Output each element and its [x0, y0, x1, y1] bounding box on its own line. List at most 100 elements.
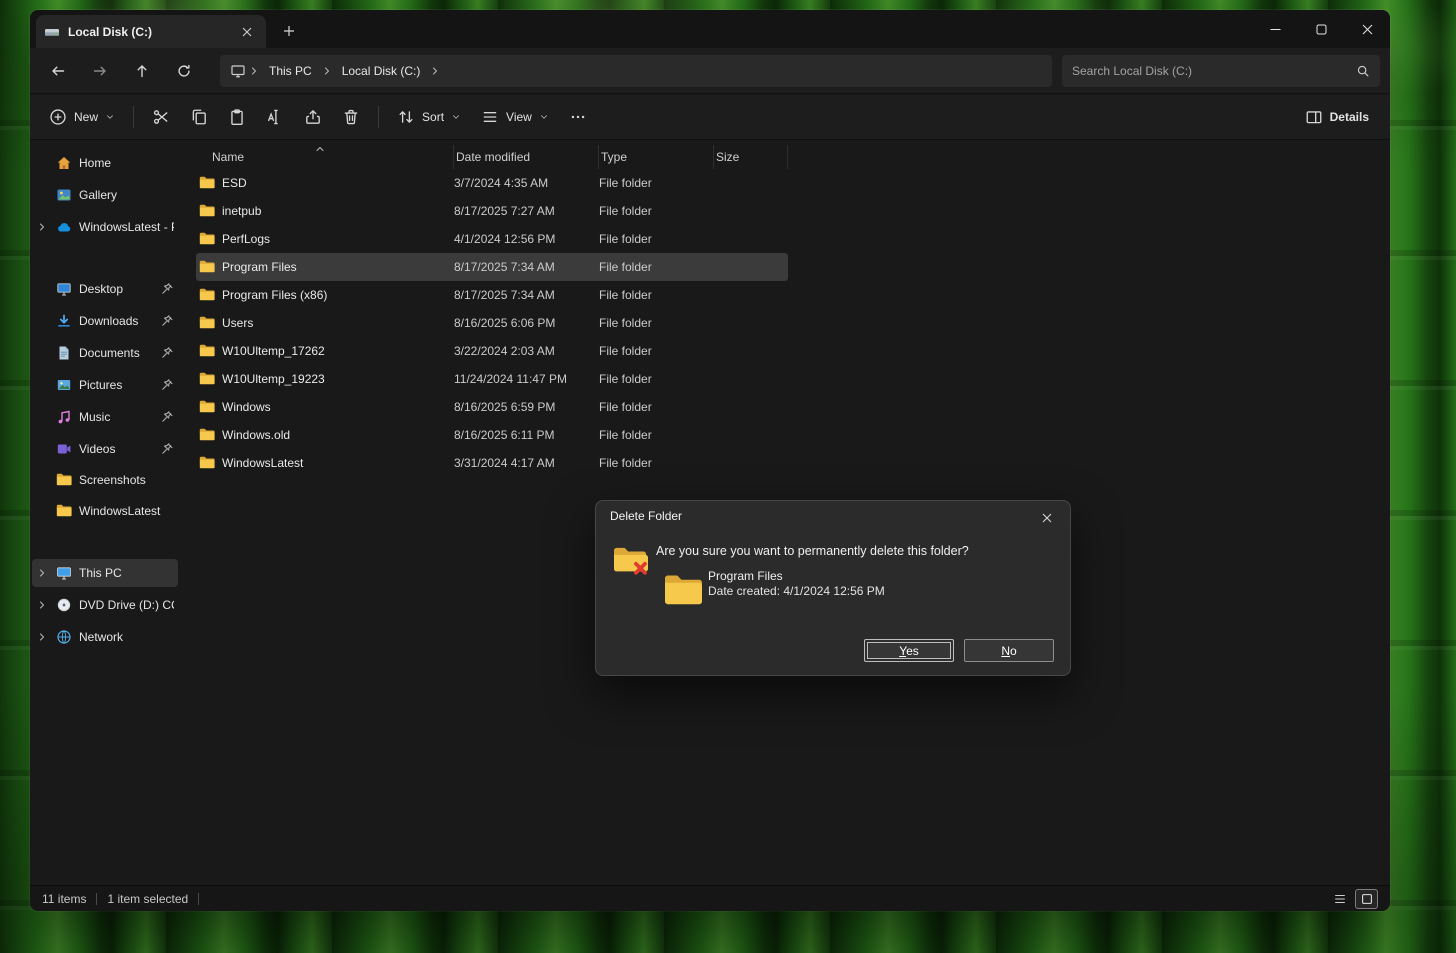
dialog-item-name: Program Files — [708, 569, 783, 583]
paste-icon — [228, 108, 246, 126]
breadcrumb-local-disk[interactable]: Local Disk (C:) — [335, 64, 428, 78]
yes-label: Yes — [899, 644, 919, 658]
column-header-name[interactable]: Name — [196, 145, 454, 169]
file-modified: 3/7/2024 4:35 AM — [454, 176, 599, 190]
forward-button[interactable] — [82, 54, 118, 88]
sort-button[interactable]: Sort — [388, 100, 470, 134]
desktop-wallpaper: Local Disk (C:) — [0, 0, 1456, 953]
column-header-type[interactable]: Type — [599, 145, 714, 169]
no-button[interactable]: No — [964, 639, 1054, 662]
file-row[interactable]: ESD 3/7/2024 4:35 AM File folder — [196, 169, 788, 197]
file-modified: 8/17/2025 7:34 AM — [454, 260, 599, 274]
onedrive-cloud-icon — [56, 219, 72, 235]
new-tab-button[interactable] — [278, 20, 300, 42]
column-header-modified[interactable]: Date modified — [454, 145, 599, 169]
file-type: File folder — [599, 372, 714, 386]
explorer-tab[interactable]: Local Disk (C:) — [36, 15, 266, 48]
sidebar-item-gallery[interactable]: Gallery — [32, 181, 178, 209]
close-button[interactable] — [1344, 10, 1390, 48]
breadcrumb-this-pc[interactable]: This PC — [262, 64, 319, 78]
column-header-size[interactable]: Size — [714, 145, 788, 169]
file-modified: 8/17/2025 7:34 AM — [454, 288, 599, 302]
folder-icon — [199, 259, 215, 275]
folder-icon — [199, 175, 215, 191]
sidebar-item-windowslatest[interactable]: WindowsLatest — [32, 497, 178, 525]
videos-icon — [56, 441, 72, 457]
file-modified: 11/24/2024 11:47 PM — [454, 372, 599, 386]
share-icon — [304, 108, 322, 126]
sidebar-item-downloads[interactable]: Downloads — [32, 307, 178, 335]
view-button[interactable]: View — [472, 100, 558, 134]
sidebar-item-screenshots[interactable]: Screenshots — [32, 466, 178, 494]
file-modified: 3/31/2024 4:17 AM — [454, 456, 599, 470]
sort-ascending-icon — [314, 143, 326, 155]
toolbar-separator — [378, 106, 379, 128]
sidebar-item-onedrive[interactable]: WindowsLatest - Pe — [32, 213, 178, 241]
file-row[interactable]: WindowsLatest 3/31/2024 4:17 AM File fol… — [196, 449, 788, 477]
new-button[interactable]: New — [40, 100, 124, 134]
file-row[interactable]: W10Ultemp_19223 11/24/2024 11:47 PM File… — [196, 365, 788, 393]
command-bar: New Sort — [30, 95, 1390, 140]
file-type: File folder — [599, 344, 714, 358]
delete-button[interactable] — [333, 100, 369, 134]
file-name: WindowsLatest — [222, 456, 303, 470]
file-modified: 8/16/2025 6:11 PM — [454, 428, 599, 442]
file-type: File folder — [599, 428, 714, 442]
sidebar-item-desktop[interactable]: Desktop — [32, 275, 178, 303]
maximize-button[interactable] — [1298, 10, 1344, 48]
folder-icon — [660, 571, 706, 611]
file-row[interactable]: inetpub 8/17/2025 7:27 AM File folder — [196, 197, 788, 225]
expander-chevron-icon[interactable] — [36, 599, 48, 611]
column-headers: Name Date modified Type Size — [196, 145, 788, 169]
up-button[interactable] — [124, 54, 160, 88]
back-button[interactable] — [40, 54, 76, 88]
rename-button[interactable] — [257, 100, 293, 134]
breadcrumb-chevron-icon[interactable] — [321, 65, 333, 77]
yes-button[interactable]: Yes — [864, 639, 954, 662]
thumbnail-view-toggle[interactable] — [1355, 889, 1378, 909]
paste-button[interactable] — [219, 100, 255, 134]
file-row[interactable]: W10Ultemp_17262 3/22/2024 2:03 AM File f… — [196, 337, 788, 365]
more-options-button[interactable] — [560, 100, 596, 134]
breadcrumb-chevron-icon[interactable] — [429, 65, 441, 77]
breadcrumb-chevron-icon[interactable] — [248, 65, 260, 77]
sidebar-item-label: Pictures — [79, 378, 160, 392]
dialog-close-button[interactable] — [1032, 506, 1062, 529]
file-row[interactable]: Users 8/16/2025 6:06 PM File folder — [196, 309, 788, 337]
pin-icon — [160, 378, 174, 392]
details-pane-button[interactable]: Details — [1296, 100, 1378, 134]
file-row[interactable]: PerfLogs 4/1/2024 12:56 PM File folder — [196, 225, 788, 253]
pin-icon — [160, 314, 174, 328]
cut-button[interactable] — [143, 100, 179, 134]
address-bar[interactable]: This PC Local Disk (C:) — [220, 55, 1052, 87]
file-row[interactable]: Windows 8/16/2025 6:59 PM File folder — [196, 393, 788, 421]
expander-chevron-icon[interactable] — [36, 631, 48, 643]
new-label: New — [74, 110, 98, 124]
expander-chevron-icon[interactable] — [36, 221, 48, 233]
sidebar-item-dvd-drive[interactable]: DVD Drive (D:) CCC — [32, 591, 178, 619]
file-row[interactable]: Windows.old 8/16/2025 6:11 PM File folde… — [196, 421, 788, 449]
details-view-toggle[interactable] — [1328, 889, 1351, 909]
file-row-selected[interactable]: Program Files 8/17/2025 7:34 AM File fol… — [196, 253, 788, 281]
search-input[interactable]: Search Local Disk (C:) — [1062, 55, 1380, 87]
minimize-button[interactable] — [1252, 10, 1298, 48]
file-name: W10Ultemp_19223 — [222, 372, 325, 386]
sidebar-item-home[interactable]: Home — [32, 149, 178, 177]
sidebar-item-music[interactable]: Music — [32, 403, 178, 431]
sidebar-item-pictures[interactable]: Pictures — [32, 371, 178, 399]
sidebar-item-videos[interactable]: Videos — [32, 435, 178, 463]
sidebar-item-label: WindowsLatest — [79, 504, 174, 518]
refresh-button[interactable] — [166, 54, 202, 88]
tab-close-icon[interactable] — [236, 21, 258, 43]
folder-icon — [199, 455, 215, 471]
sidebar-item-documents[interactable]: Documents — [32, 339, 178, 367]
file-row[interactable]: Program Files (x86) 8/17/2025 7:34 AM Fi… — [196, 281, 788, 309]
file-modified: 8/16/2025 6:59 PM — [454, 400, 599, 414]
file-explorer-window: Local Disk (C:) — [30, 10, 1390, 911]
chevron-down-icon — [451, 112, 461, 122]
sidebar-item-network[interactable]: Network — [32, 623, 178, 651]
sidebar-item-this-pc[interactable]: This PC — [32, 559, 178, 587]
share-button[interactable] — [295, 100, 331, 134]
copy-button[interactable] — [181, 100, 217, 134]
expander-chevron-icon[interactable] — [36, 567, 48, 579]
